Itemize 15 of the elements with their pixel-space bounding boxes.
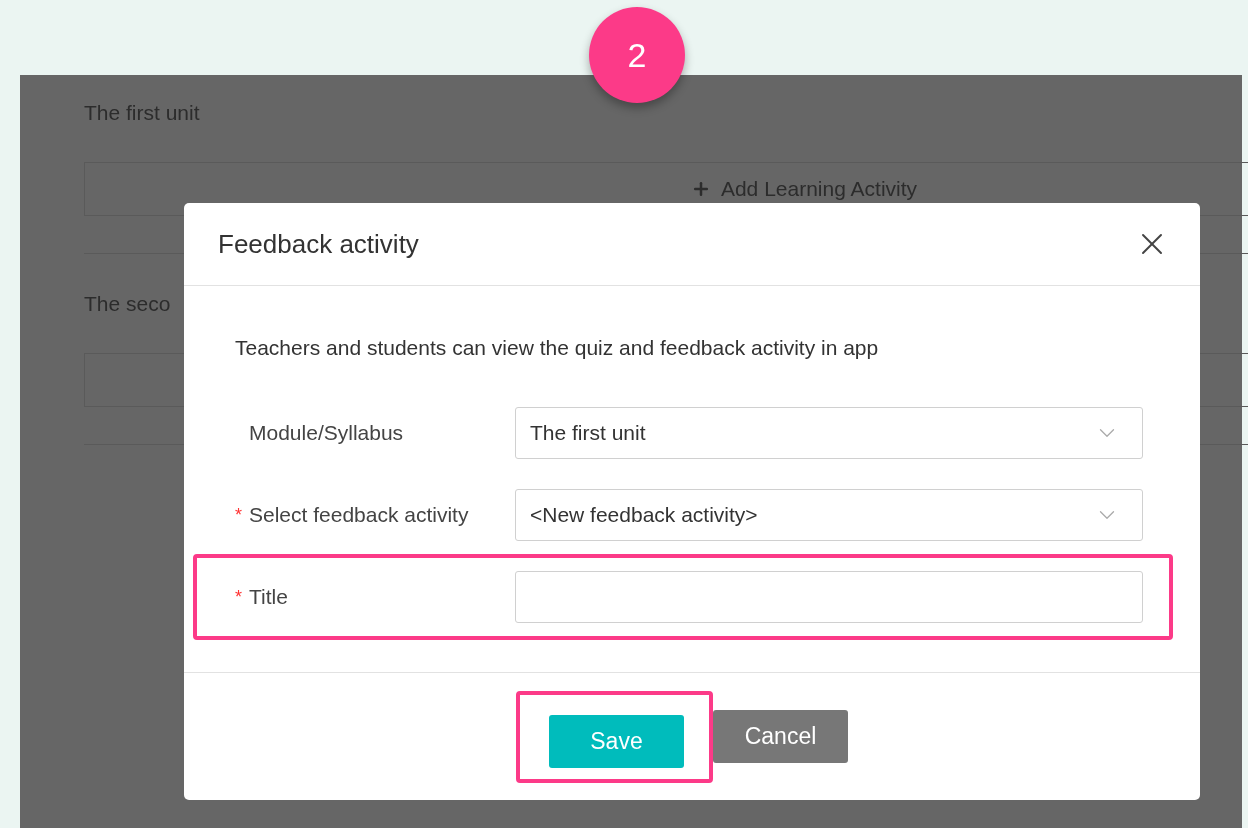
input-field[interactable] xyxy=(515,571,1143,623)
save-button[interactable]: Save xyxy=(549,714,684,768)
required-mark: * xyxy=(235,586,243,608)
section-title: The seco xyxy=(84,291,172,317)
field-label: Module/Syllabus xyxy=(249,421,404,445)
section-title: The first unit xyxy=(84,100,201,126)
field-label: Select feedback activity xyxy=(249,503,469,527)
select-field[interactable]: <New feedback activity> xyxy=(515,489,1143,541)
step-badge: 2 xyxy=(589,7,685,103)
field-label: Title xyxy=(249,585,288,609)
dialog-title: Feedback activity xyxy=(218,228,419,260)
cancel-button[interactable]: Cancel xyxy=(713,710,848,763)
required-mark: * xyxy=(235,504,243,526)
select-field[interactable]: The first unit xyxy=(515,407,1143,459)
intro-text: Teachers and students can view the quiz and feedback activity in app xyxy=(235,336,880,360)
